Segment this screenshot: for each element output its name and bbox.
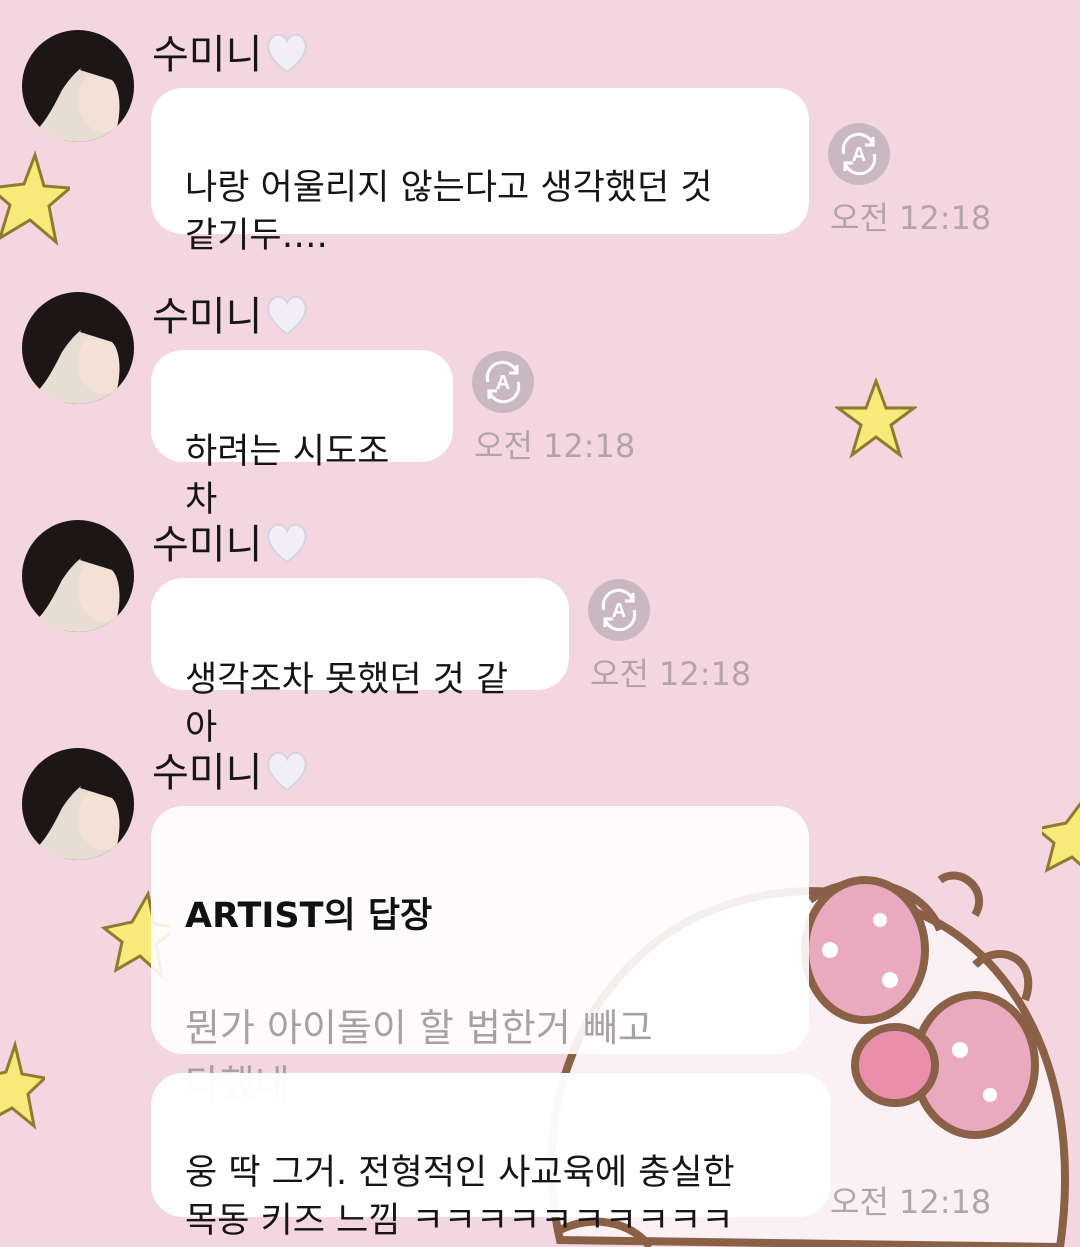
avatar[interactable]: [22, 292, 134, 404]
svg-text:A: A: [496, 372, 510, 394]
avatar[interactable]: [22, 30, 134, 142]
svg-text:A: A: [852, 144, 866, 166]
message-time: 오전 12:18: [474, 427, 636, 465]
sender-name: 수미니: [152, 292, 310, 338]
message-text: 나랑 어울리지 않는다고 생각했던 것 같기두….: [185, 168, 713, 256]
star-icon: [0, 150, 70, 246]
white-heart-icon: [267, 751, 308, 792]
translate-icon: A: [841, 132, 877, 176]
translate-icon: A: [485, 360, 521, 404]
message-time: 오전 12:18: [830, 199, 992, 237]
translate-button[interactable]: A: [828, 123, 890, 185]
message-bubble[interactable]: 웅 딱 그거. 전형적인 사교육에 충실한 목동 키즈 느낌 ㅋㅋㅋㅋㅋㅋㅋㅋㅋ…: [151, 1073, 831, 1241]
avatar[interactable]: [22, 520, 134, 632]
message-bubble[interactable]: 나랑 어울리지 않는다고 생각했던 것 같기두….: [151, 88, 809, 256]
sender-name: 수미니: [152, 748, 310, 794]
message-text: 웅 딱 그거. 전형적인 사교육에 충실한 목동 키즈 느낌 ㅋㅋㅋㅋㅋㅋㅋㅋㅋ…: [185, 1153, 735, 1241]
star-icon: [835, 378, 917, 459]
translate-icon: A: [601, 588, 637, 632]
message-bubble[interactable]: 생각조차 못했던 것 같아: [151, 578, 569, 748]
message-text: 하려는 시도조차: [185, 432, 390, 520]
message-time: 오전 12:18: [590, 655, 752, 693]
sender-name: 수미니: [152, 520, 310, 566]
star-icon: [1042, 801, 1080, 873]
white-heart-icon: [267, 523, 308, 564]
star-icon: [0, 1040, 45, 1130]
message-bubble[interactable]: 하려는 시도조차: [151, 350, 453, 520]
message-time: 오전 12:18: [830, 1183, 992, 1221]
translate-button[interactable]: A: [588, 579, 650, 641]
message-text: 생각조차 못했던 것 같아: [185, 660, 509, 748]
white-heart-icon: [267, 295, 308, 336]
svg-text:A: A: [612, 600, 626, 622]
sender-name: 수미니: [152, 30, 310, 76]
reply-quote-bubble[interactable]: ARTIST의 답장 뭔가 아이돌이 할 법한거 빼고 다했네: [151, 806, 809, 1106]
translate-button[interactable]: A: [472, 351, 534, 413]
avatar[interactable]: [22, 748, 134, 860]
white-heart-icon: [267, 33, 308, 74]
reply-title: ARTIST의 답장: [185, 896, 433, 936]
